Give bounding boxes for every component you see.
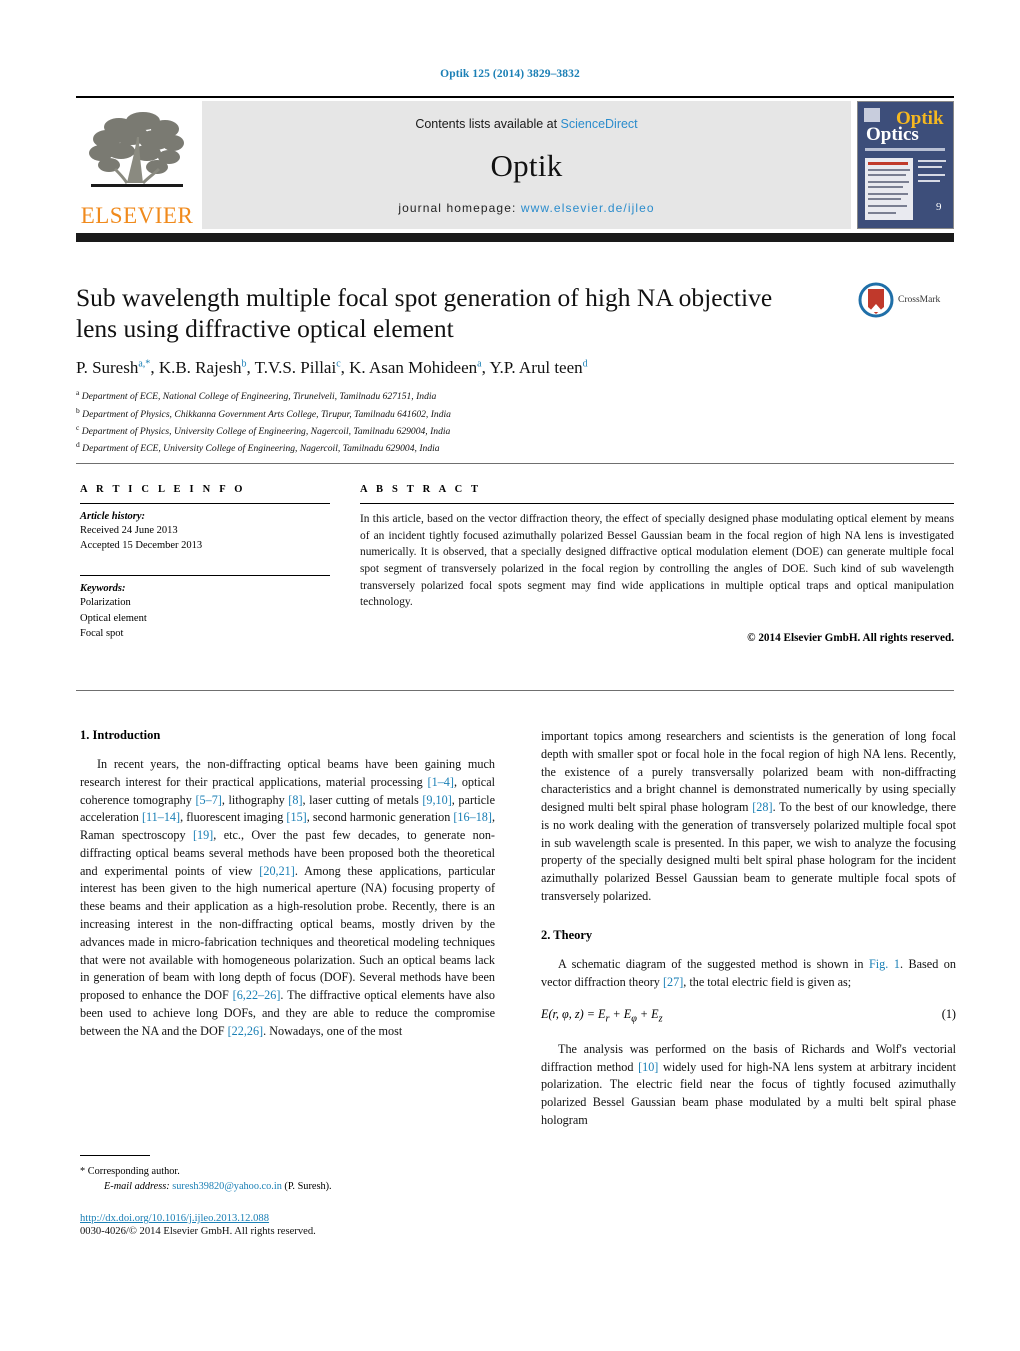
keyword-item: Optical element — [80, 612, 147, 624]
affiliation-marker: b — [76, 405, 80, 415]
article-body: 1. Introduction In recent years, the non… — [80, 728, 956, 1130]
body-column-left: 1. Introduction In recent years, the non… — [80, 728, 495, 1130]
info-band-top-rule — [76, 463, 954, 464]
affiliation-item: b Department of Physics, Chikkanna Gover… — [76, 405, 954, 422]
svg-text:Optics: Optics — [866, 124, 919, 145]
article-header: Sub wavelength multiple focal spot gener… — [76, 282, 954, 457]
info-band-bottom-rule — [76, 690, 954, 691]
abstract-text: In this article, based on the vector dif… — [360, 513, 954, 609]
article-history-label: Article history: — [80, 511, 146, 522]
body-column-right: important topics among researchers and s… — [541, 728, 956, 1130]
elsevier-tree-icon — [89, 112, 184, 187]
elsevier-logo: ELSEVIER — [76, 101, 198, 229]
section-heading-theory: 2. Theory — [541, 927, 593, 942]
equation-1-row: E(r, φ, z) = Er + Eφ + Ez (1) — [541, 1007, 956, 1024]
abstract-rule — [360, 503, 954, 504]
journal-homepage-line: journal homepage: www.elsevier.de/ijleo — [398, 201, 654, 215]
keyword-item: Focal spot — [80, 627, 124, 639]
masthead-center-panel: Contents lists available at ScienceDirec… — [202, 101, 851, 229]
keywords-rule — [80, 575, 330, 577]
copyright-line: © 2014 Elsevier GmbH. All rights reserve… — [747, 631, 954, 644]
issn-copyright-line: 0030-4026/© 2014 Elsevier GmbH. All righ… — [80, 1226, 316, 1237]
email-link[interactable]: suresh39820@yahoo.co.in — [172, 1181, 282, 1192]
journal-article-page: Optik 125 (2014) 3829–3832 ELSEVIER Cont… — [0, 0, 1020, 1351]
section-heading-introduction: 1. Introduction — [80, 728, 161, 742]
masthead-bottom-bar — [76, 233, 954, 242]
corresponding-author-note: * Corresponding author. — [80, 1166, 180, 1177]
abstract-heading: A B S T R A C T — [360, 484, 482, 495]
crossmark-label: CrossMark — [898, 295, 941, 305]
affiliation-marker: c — [76, 422, 80, 432]
journal-cover-thumbnail: Optik Optics 9 — [857, 101, 954, 229]
cover-art: Optik Optics 9 — [858, 102, 953, 228]
doi-block: http://dx.doi.org/10.1016/j.ijleo.2013.1… — [80, 1213, 510, 1237]
equation-1-number: (1) — [941, 1007, 956, 1022]
intro-paragraph-2: important topics among researchers and s… — [541, 729, 956, 904]
journal-title: Optik — [490, 148, 563, 183]
journal-masthead: ELSEVIER Contents lists available at Sci… — [76, 96, 954, 242]
article-info-heading: A R T I C L E I N F O — [80, 484, 246, 495]
keywords-label: Keywords: — [80, 583, 126, 595]
contents-prefix: Contents lists available at — [415, 117, 561, 131]
sciencedirect-link[interactable]: ScienceDirect — [561, 117, 638, 131]
page-title: Sub wavelength multiple focal spot gener… — [76, 283, 773, 344]
masthead-top-rule — [76, 96, 954, 98]
received-date: Received 24 June 2013 — [80, 525, 178, 536]
article-info-section: A R T I C L E I N F O Article history: R… — [80, 484, 330, 641]
svg-text:9: 9 — [936, 201, 942, 213]
email-note: E-mail address: suresh39820@yahoo.co.in … — [80, 1179, 500, 1194]
homepage-label: journal homepage: — [398, 201, 517, 215]
elsevier-wordmark: ELSEVIER — [80, 203, 194, 228]
footnote-block: * Corresponding author. E-mail address: … — [80, 1155, 500, 1195]
accepted-date: Accepted 15 December 2013 — [80, 540, 203, 552]
intro-paragraph-1: In recent years, the non-diffracting opt… — [80, 757, 495, 1038]
email-label: E-mail address: — [104, 1181, 170, 1193]
running-head: Optik 125 (2014) 3829–3832 — [440, 68, 580, 80]
author-list: P. Suresha,*, K.B. Rajeshb, T.V.S. Pilla… — [76, 358, 588, 378]
affiliation-text: Department of Physics, University Colleg… — [81, 426, 451, 438]
affiliation-text: Department of ECE, National College of E… — [81, 391, 437, 403]
doi-link[interactable]: http://dx.doi.org/10.1016/j.ijleo.2013.1… — [80, 1213, 510, 1224]
affiliation-item: a Department of ECE, National College of… — [76, 387, 954, 404]
footnote-rule — [80, 1155, 150, 1156]
affiliation-marker: a — [76, 388, 80, 398]
crossmark-icon — [858, 282, 894, 318]
keyword-item: Polarization — [80, 597, 131, 609]
affiliation-text: Department of Physics, Chikkanna Governm… — [82, 408, 451, 420]
crossmark-badge[interactable]: CrossMark — [858, 282, 954, 318]
email-owner: (P. Suresh). — [284, 1181, 332, 1193]
affiliation-item: d Department of ECE, University College … — [76, 439, 954, 456]
affiliation-marker: d — [76, 440, 80, 450]
contents-list-line: Contents lists available at ScienceDirec… — [415, 117, 637, 131]
affiliation-item: c Department of Physics, University Coll… — [76, 422, 954, 439]
theory-paragraph-1: A schematic diagram of the suggested met… — [541, 956, 956, 989]
affiliation-list: a Department of ECE, National College of… — [76, 387, 954, 456]
affiliation-text: Department of ECE, University College of… — [82, 443, 440, 455]
equation-1-body: E(r, φ, z) = Er + Eφ + Ez — [541, 1007, 663, 1025]
abstract-section: A B S T R A C T In this article, based o… — [360, 484, 954, 644]
homepage-url-link[interactable]: www.elsevier.de/ijleo — [521, 201, 655, 215]
theory-paragraph-2: The analysis was performed on the basis … — [541, 1041, 956, 1127]
article-info-rule — [80, 503, 330, 504]
